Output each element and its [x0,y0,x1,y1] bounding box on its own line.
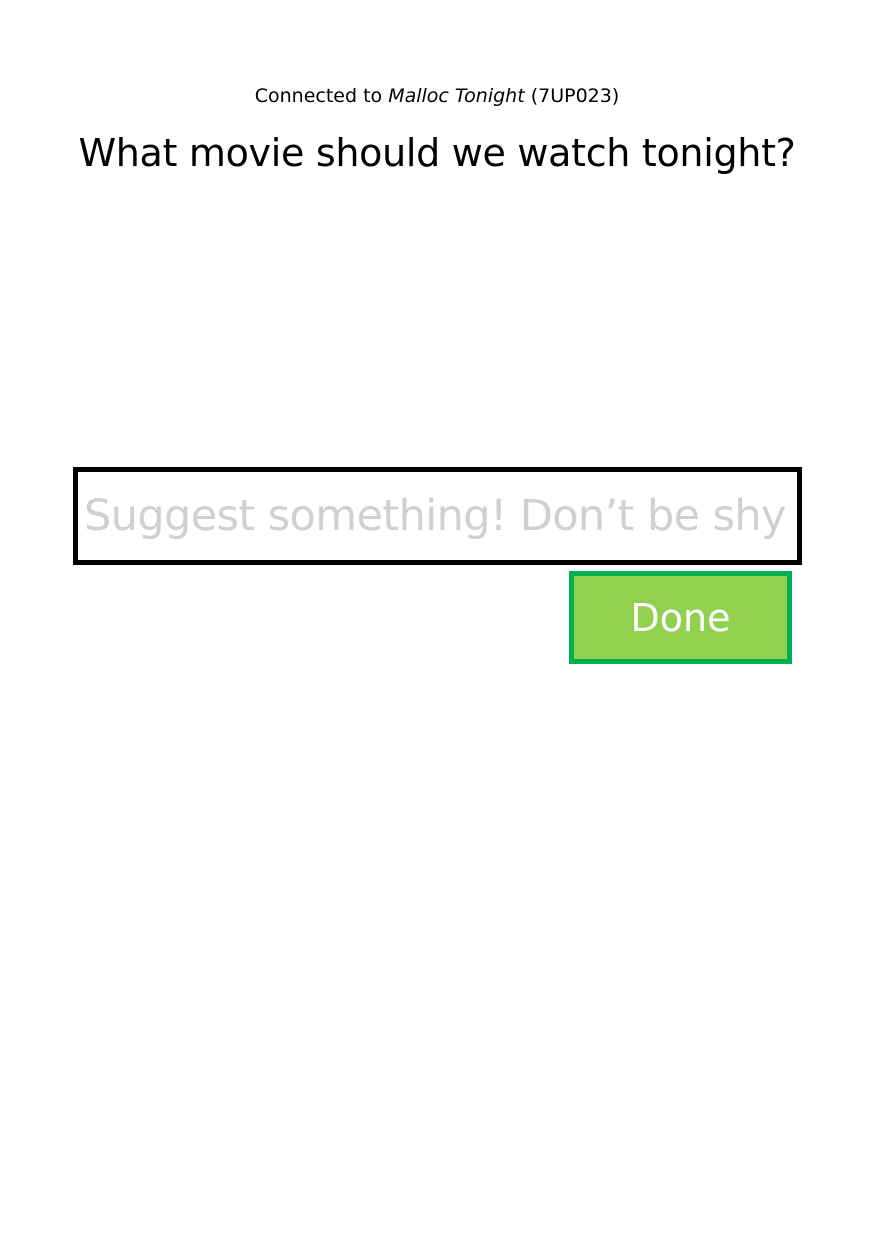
session-name: Malloc Tonight [388,85,525,107]
suggestion-field [73,467,802,565]
suggestion-input[interactable] [78,472,797,560]
connection-status: Connected to Malloc Tonight (7UP023) [0,84,874,108]
question-title: What movie should we watch tonight? [78,131,796,175]
session-code: (7UP023) [530,85,620,107]
connection-prefix: Connected to [254,85,389,107]
done-button[interactable]: Done [569,571,792,664]
page: { "header": { "connection_prefix": "Conn… [0,0,874,1240]
